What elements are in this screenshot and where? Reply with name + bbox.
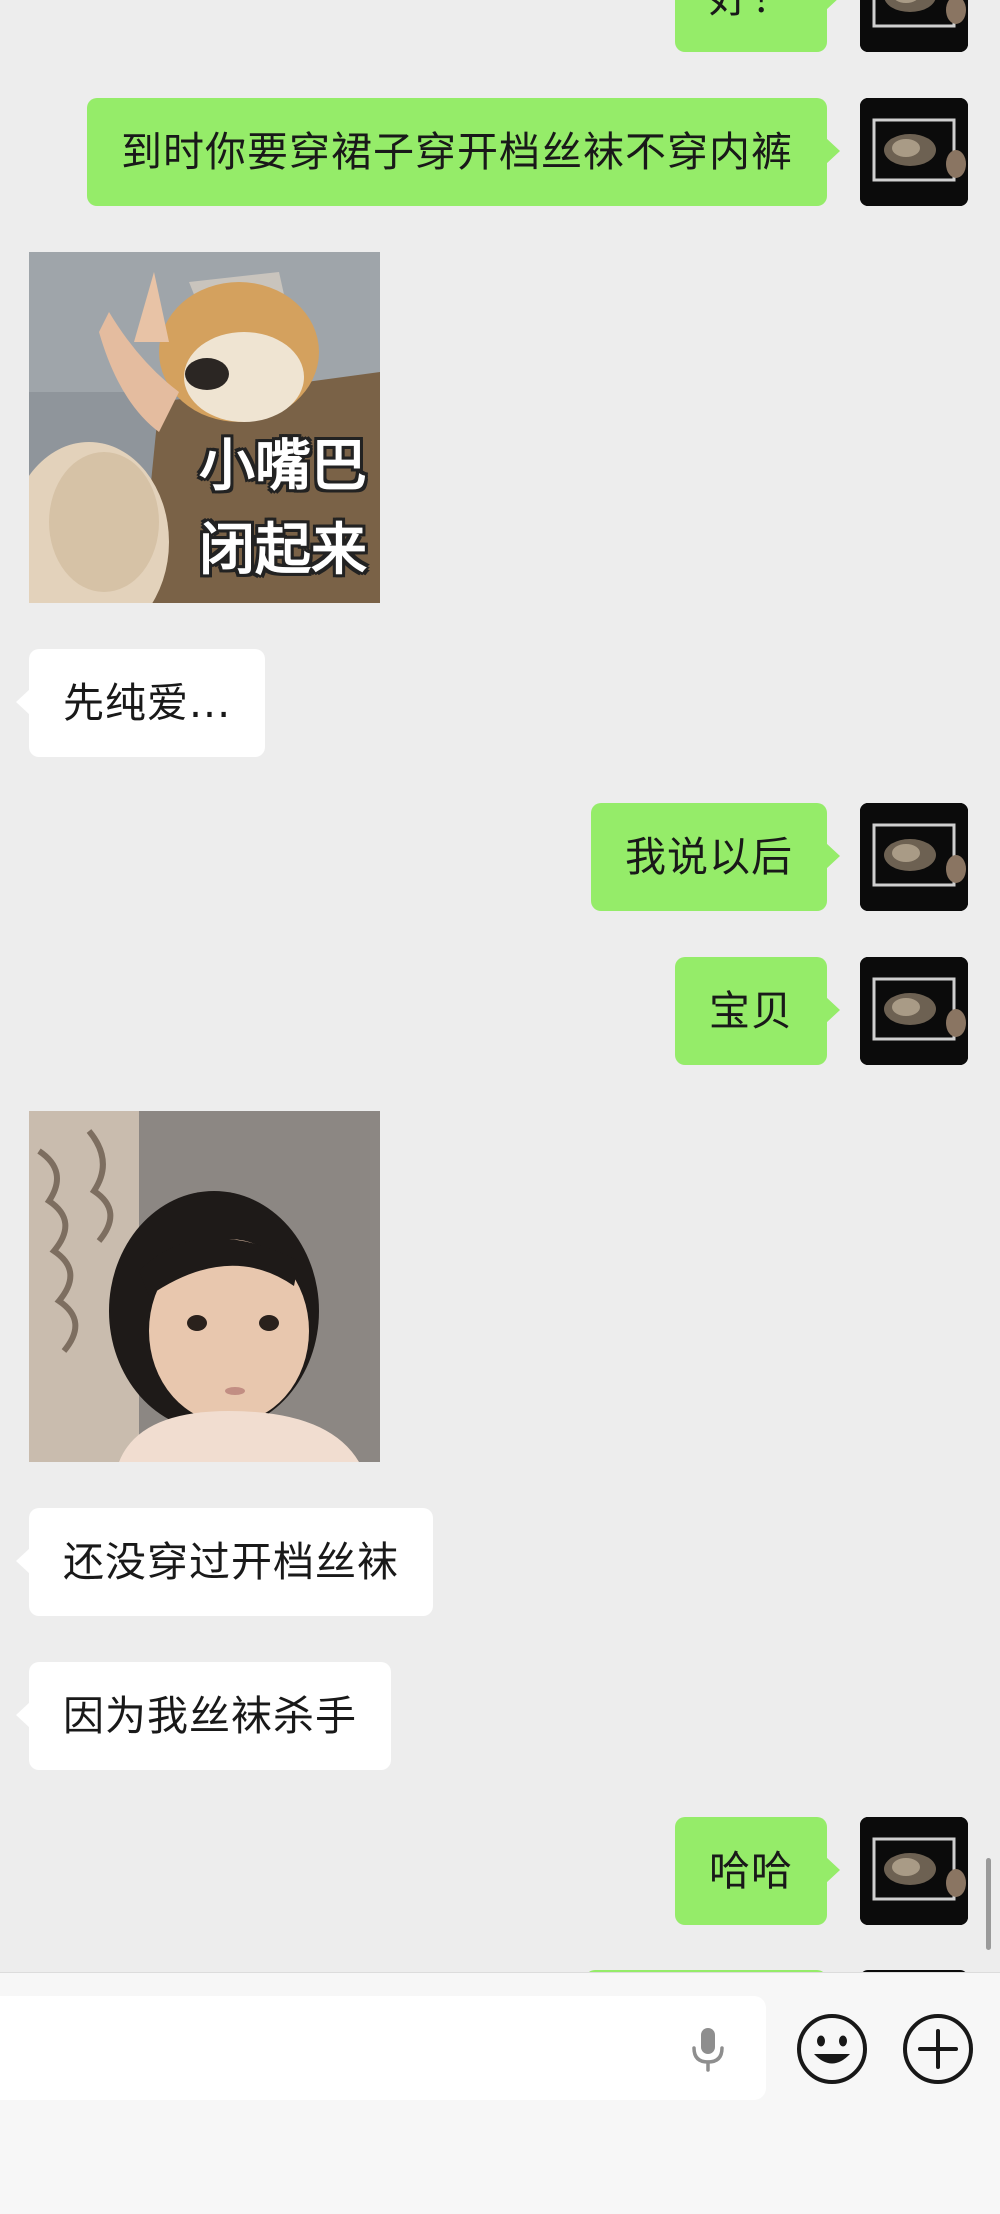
message-bubble-outgoing[interactable]: 到时你要穿裙子穿开档丝袜不穿内裤: [87, 98, 840, 206]
sticker-caption-line2: 闭起来: [199, 518, 367, 583]
user-avatar[interactable]: [860, 803, 968, 911]
plus-icon[interactable]: [900, 2011, 976, 2087]
avatar-image: [860, 0, 968, 52]
user-avatar[interactable]: [860, 1817, 968, 1925]
input-bar: [0, 1972, 1000, 2214]
user-avatar[interactable]: [860, 0, 968, 52]
avatar-image: [860, 957, 968, 1065]
avatar-image: [860, 803, 968, 911]
emoji-icon[interactable]: [794, 2011, 870, 2087]
user-avatar[interactable]: [860, 957, 968, 1065]
message-bubble-outgoing[interactable]: 我说以后: [591, 803, 840, 911]
chat-scrollbar[interactable]: [986, 1858, 991, 1950]
sticker-caption-line1: 小嘴巴: [199, 434, 367, 499]
microphone-icon[interactable]: [680, 2020, 736, 2076]
toddler-sticker-image: [29, 1111, 380, 1462]
avatar-image: [860, 98, 968, 206]
sticker-shiba-dog[interactable]: 小嘴巴 闭起来: [29, 252, 380, 603]
message-input[interactable]: [0, 1996, 766, 2100]
message-bubble-incoming[interactable]: 还没穿过开档丝袜: [16, 1508, 433, 1616]
sticker-toddler[interactable]: [29, 1111, 380, 1462]
message-bubble-incoming[interactable]: 先纯爱...: [15, 649, 266, 757]
user-avatar[interactable]: [860, 98, 968, 206]
avatar-image: [860, 1817, 968, 1925]
message-bubble-outgoing[interactable]: 哈哈: [675, 1817, 840, 1925]
chat-message-list[interactable]: 好！ 到时你要穿裙子穿开档丝袜不穿内裤: [0, 0, 1000, 1972]
message-bubble-incoming[interactable]: 因为我丝袜杀手: [16, 1662, 391, 1770]
message-bubble-outgoing[interactable]: 宝贝: [675, 957, 840, 1065]
message-bubble-outgoing[interactable]: 好！: [675, 0, 840, 52]
